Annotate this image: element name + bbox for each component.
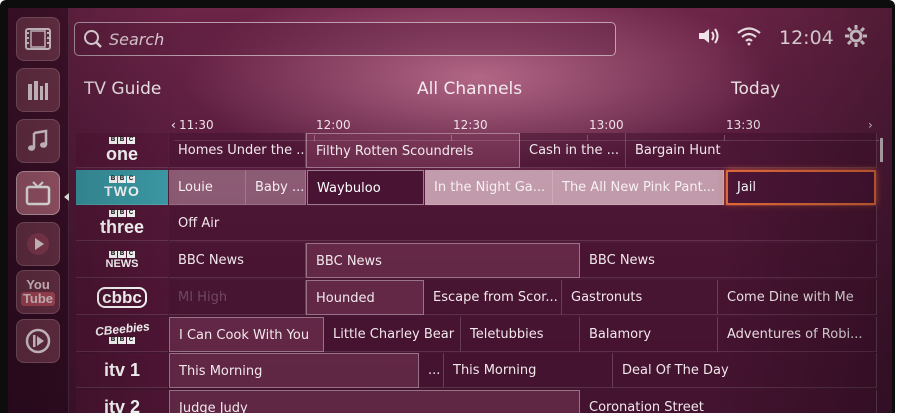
channel-row-bbc-two: B B C TWO Louie Baby ... Waybuloo In the Ni… — [76, 170, 877, 206]
time-label: 11:30 — [179, 118, 214, 132]
programme-cell[interactable]: Cash in the ... — [520, 133, 626, 168]
tv-bezel: You Tube 12:04 TV Guide All Channels Tod… — [0, 0, 895, 413]
tv-screen: You Tube 12:04 TV Guide All Channels Tod… — [8, 8, 892, 413]
channel-logo-bbc-two[interactable]: B B C TWO — [76, 170, 168, 205]
channel-logo-itv1[interactable]: itv 1 — [76, 353, 168, 388]
channel-row-itv2: itv 2 Judge Judy Coronation Street — [76, 390, 877, 413]
tv-icon[interactable] — [16, 171, 60, 215]
programme-cell[interactable]: Adventures of Robi... — [718, 317, 877, 352]
page-title: TV Guide — [84, 79, 162, 99]
channel-logo-text: cbbc — [97, 286, 147, 308]
channel-filter[interactable]: All Channels — [417, 79, 522, 99]
active-indicator-arrow — [64, 193, 69, 201]
programme-cell[interactable]: ... — [419, 353, 444, 388]
programme-cell[interactable]: I Can Cook With You — [169, 317, 324, 352]
channel-logo-bbc-one[interactable]: B B Cone — [76, 133, 168, 168]
programme-cell[interactable]: Gastronuts — [562, 280, 718, 315]
play-icon[interactable] — [16, 222, 60, 266]
youtube-label-bottom: Tube — [20, 291, 56, 306]
channel-row-cbbc: cbbc MI High Hounded Escape from Scor...… — [76, 280, 877, 316]
programme-cell[interactable]: Judge Judy — [169, 390, 580, 413]
programme-cell[interactable]: In the Night Ga... — [425, 170, 553, 205]
channel-row-bbc-one: B B Cone Homes Under the ... Filthy Rotten… — [76, 133, 877, 169]
channel-logo-text: CBeebies — [94, 319, 150, 339]
clock: 12:04 — [779, 27, 834, 49]
programme-cell[interactable]: BBC News — [306, 243, 580, 278]
channel-row-cbeebies: CBeebies B B C I Can Cook With You Little C… — [76, 317, 877, 353]
channel-logo-cbeebies[interactable]: CBeebies B B C — [76, 317, 168, 352]
video-icon[interactable] — [16, 17, 60, 61]
channel-row-bbc-three: B B Cthree Off Air — [76, 206, 877, 242]
programme-cell[interactable]: Coronation Street — [580, 390, 877, 413]
programme-cell[interactable]: Escape from Scor... — [424, 280, 562, 315]
channel-logo-text: itv 1 — [103, 359, 141, 380]
programme-cell[interactable]: Baby ... — [246, 170, 306, 205]
channel-row-itv1: itv 1 This Morning ... This Morning Deal… — [76, 353, 877, 389]
programme-cell[interactable]: Hounded — [306, 280, 424, 315]
programme-cell[interactable]: This Morning — [444, 353, 613, 388]
settings-gear-icon[interactable] — [844, 24, 868, 48]
programme-cell[interactable]: Balamory — [580, 317, 718, 352]
wifi-icon[interactable] — [736, 26, 762, 46]
programme-cell[interactable]: BBC News — [169, 243, 306, 278]
search-icon — [84, 30, 102, 48]
time-label: 12:30 — [453, 118, 488, 132]
guide-scrollbar[interactable] — [880, 138, 883, 162]
channel-logo-cbbc[interactable]: cbbc — [76, 280, 168, 315]
day-selector[interactable]: Today — [731, 79, 780, 99]
programme-cell[interactable]: MI High — [169, 280, 306, 315]
search-input[interactable] — [107, 28, 591, 50]
search-box[interactable] — [74, 22, 616, 56]
timeline-next-arrow[interactable]: › — [868, 118, 873, 132]
channel-logo-bbc-news[interactable]: B B C NEWS — [76, 243, 168, 278]
channel-logo-text: TWO — [104, 183, 140, 199]
volume-icon[interactable] — [697, 26, 721, 46]
time-label: 12:00 — [316, 118, 351, 132]
programme-cell[interactable]: Louie — [169, 170, 246, 205]
launcher: You Tube — [8, 8, 69, 413]
channel-logo-itv2[interactable]: itv 2 — [76, 390, 168, 413]
music-library-icon[interactable] — [16, 68, 60, 112]
channel-logo-text: NEWS — [105, 257, 139, 270]
programme-cell[interactable]: Off Air — [169, 206, 877, 241]
iplayer-icon[interactable] — [16, 319, 60, 363]
programme-cell[interactable]: Bargain Hunt — [626, 133, 877, 168]
channel-row-bbc-news: B B C NEWS BBC News BBC News BBC News — [76, 243, 877, 279]
programme-cell[interactable]: Homes Under the ... — [169, 133, 306, 168]
youtube-icon[interactable]: You Tube — [16, 270, 60, 314]
channel-logo-text: three — [99, 217, 144, 237]
programme-cell[interactable]: This Morning — [169, 353, 419, 388]
time-label: 13:00 — [589, 118, 624, 132]
programme-cell[interactable]: BBC News — [580, 243, 877, 278]
time-label: 13:30 — [726, 118, 761, 132]
youtube-label-top: You — [26, 277, 50, 292]
channel-logo-text: one — [105, 144, 138, 164]
music-note-icon[interactable] — [16, 119, 60, 163]
programme-cell[interactable]: Waybuloo — [307, 170, 424, 205]
programme-cell[interactable]: Little Charley Bear — [324, 317, 461, 352]
channel-logo-bbc-three[interactable]: B B Cthree — [76, 206, 168, 241]
channel-logo-text: itv 2 — [103, 396, 141, 413]
programme-cell[interactable]: Come Dine with Me — [718, 280, 877, 315]
programme-cell[interactable]: Filthy Rotten Scoundrels — [306, 133, 520, 168]
programme-cell[interactable]: Deal Of The Day — [613, 353, 877, 388]
programme-cell-selected[interactable]: Jail — [726, 170, 876, 205]
timeline-prev-arrow[interactable]: ‹ — [171, 118, 176, 132]
programme-cell[interactable]: Teletubbies — [461, 317, 580, 352]
programme-cell[interactable]: The All New Pink Pant... — [553, 170, 724, 205]
